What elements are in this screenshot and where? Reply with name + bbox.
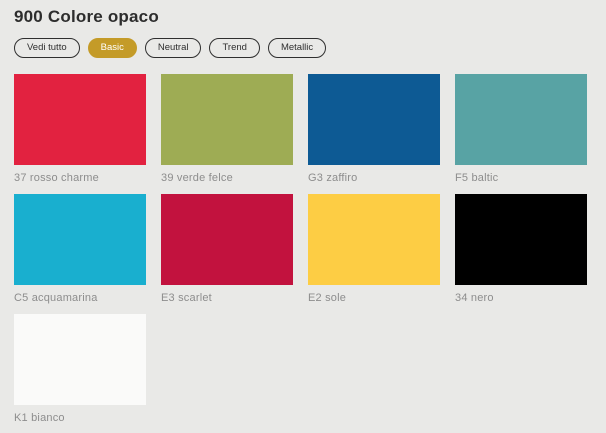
swatch-cell-e3-scarlet: E3 scarlet xyxy=(161,194,293,305)
swatch-cell-37-rosso-charme: 37 rosso charme xyxy=(14,74,146,185)
swatch-label: 37 rosso charme xyxy=(14,171,146,185)
filter-pill-neutral[interactable]: Neutral xyxy=(145,38,202,58)
swatch-label: G3 zaffiro xyxy=(308,171,440,185)
filter-pill-vedi-tutto[interactable]: Vedi tutto xyxy=(14,38,80,58)
color-swatch-37-rosso-charme[interactable] xyxy=(14,74,146,165)
swatch-cell-34-nero: 34 nero xyxy=(455,194,587,305)
color-swatch-e2-sole[interactable] xyxy=(308,194,440,285)
swatch-cell-e2-sole: E2 sole xyxy=(308,194,440,305)
swatch-cell-g3-zaffiro: G3 zaffiro xyxy=(308,74,440,185)
swatch-cell-c5-acquamarina: C5 acquamarina xyxy=(14,194,146,305)
color-swatch-e3-scarlet[interactable] xyxy=(161,194,293,285)
swatch-label: K1 bianco xyxy=(14,411,146,425)
color-picker-page: 900 Colore opaco Vedi tutto Basic Neutra… xyxy=(0,0,606,433)
filter-pill-basic[interactable]: Basic xyxy=(88,38,137,58)
swatch-cell-k1-bianco: K1 bianco xyxy=(14,314,146,425)
swatch-label: 39 verde felce xyxy=(161,171,293,185)
color-swatch-k1-bianco[interactable] xyxy=(14,314,146,405)
color-swatch-34-nero[interactable] xyxy=(455,194,587,285)
swatch-label: C5 acquamarina xyxy=(14,291,146,305)
swatch-cell-f5-baltic: F5 baltic xyxy=(455,74,587,185)
color-swatch-f5-baltic[interactable] xyxy=(455,74,587,165)
filter-bar: Vedi tutto Basic Neutral Trend Metallic xyxy=(14,38,592,58)
swatch-label: E3 scarlet xyxy=(161,291,293,305)
swatch-label: F5 baltic xyxy=(455,171,587,185)
filter-pill-trend[interactable]: Trend xyxy=(209,38,259,58)
swatch-cell-39-verde-felce: 39 verde felce xyxy=(161,74,293,185)
color-swatch-g3-zaffiro[interactable] xyxy=(308,74,440,165)
color-swatch-c5-acquamarina[interactable] xyxy=(14,194,146,285)
color-swatch-39-verde-felce[interactable] xyxy=(161,74,293,165)
swatch-label: E2 sole xyxy=(308,291,440,305)
swatch-grid: 37 rosso charme 39 verde felce G3 zaffir… xyxy=(14,74,592,425)
page-title: 900 Colore opaco xyxy=(14,5,592,29)
filter-pill-metallic[interactable]: Metallic xyxy=(268,38,326,58)
swatch-label: 34 nero xyxy=(455,291,587,305)
